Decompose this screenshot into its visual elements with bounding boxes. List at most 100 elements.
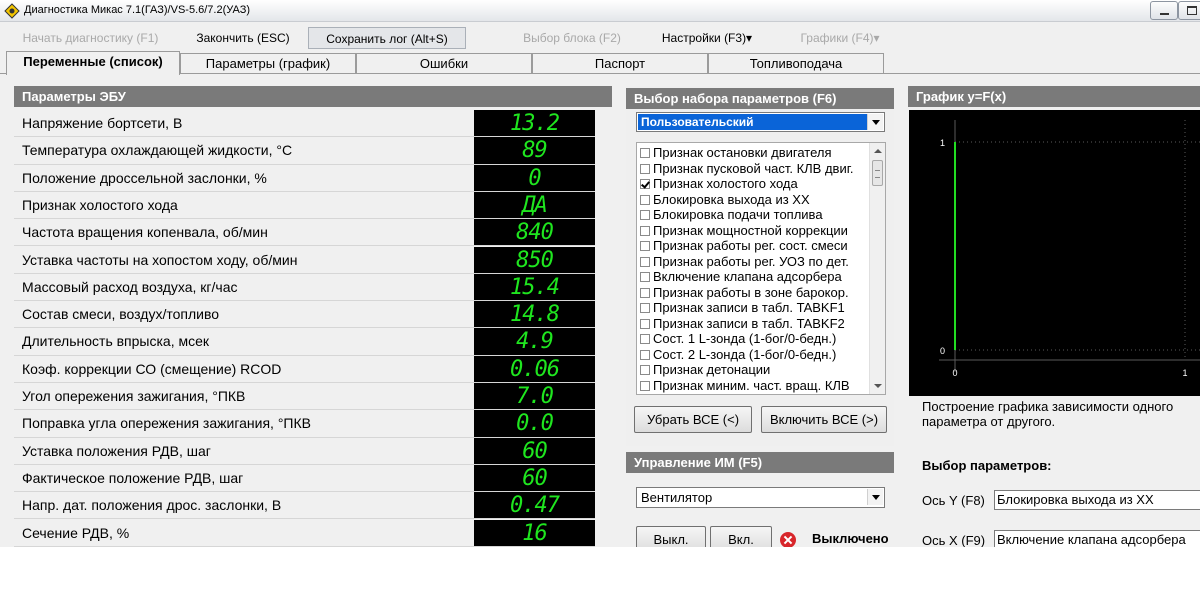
- checklist-scrollbar[interactable]: [869, 143, 885, 394]
- ecu-row-value: 850: [474, 246, 595, 274]
- block-select-button[interactable]: Выбор блока (F2): [502, 27, 642, 49]
- actuator-dropdown[interactable]: Вентилятор: [636, 487, 885, 508]
- parameter-label: Признак мощностной коррекции: [653, 222, 848, 238]
- ecu-row-value: 16: [474, 519, 595, 547]
- tab-fuel-supply[interactable]: Топливоподача: [708, 53, 884, 74]
- parameter-checklist: Признак остановки двигателя Признак пуско…: [636, 142, 886, 395]
- parameter-checkbox[interactable]: [640, 225, 650, 236]
- ecu-row: Уставка положения РДВ, шаг 60: [14, 437, 612, 465]
- tab-errors[interactable]: Ошибки: [356, 53, 532, 74]
- actuator-off-button[interactable]: Выкл.: [636, 526, 706, 547]
- settings-menu-button[interactable]: Настройки (F3)▾: [648, 27, 766, 49]
- parameter-label: Признак записи в табл. TABKF1: [653, 300, 845, 315]
- ecu-row-label: Уставка частоты на хопостом ходу, об/мин: [22, 251, 298, 268]
- scroll-up-icon[interactable]: [870, 143, 885, 159]
- ecu-row-label: Состав смеси, воздух/топливо: [22, 306, 220, 323]
- actuator-control-panel: Управление ИМ (F5) Вентилятор Выкл. Вкл.…: [626, 452, 894, 547]
- parameter-checkbox[interactable]: [640, 194, 650, 205]
- ecu-row: Длительность впрыска, мсек 4.9: [14, 328, 612, 356]
- axis-x-label: Ось X (F9): [922, 533, 986, 547]
- ecu-row: Положение дроссельной заслонки, % 0: [14, 164, 612, 192]
- app-logo-icon: [4, 3, 20, 19]
- minimize-button[interactable]: [1150, 1, 1178, 20]
- scroll-down-icon[interactable]: [870, 378, 885, 394]
- parameter-checkbox[interactable]: [640, 163, 650, 174]
- plot-x-tick-label: 1: [1182, 368, 1187, 378]
- parameter-set-selected: Пользовательский: [638, 114, 868, 130]
- parameter-label: Сост. 2 L-зонда (1-бог/0-бедн.): [653, 346, 837, 362]
- axis-x-select[interactable]: Включение клапана адсорбера: [994, 530, 1200, 547]
- ecu-row: Частота вращения копенвала, об/мин 840: [14, 219, 612, 247]
- actuator-status: Выключено: [812, 531, 889, 546]
- plot-x-tick-label: 0: [952, 368, 957, 378]
- parameter-checkbox[interactable]: [640, 241, 650, 251]
- include-all-button[interactable]: Включить ВСЕ (>): [761, 406, 887, 433]
- parameter-label: Признак миним. част. вращ. КЛВ: [653, 377, 850, 393]
- ecu-row-value: 15.4: [474, 273, 595, 301]
- plot-y-tick-label: 0: [940, 346, 945, 356]
- ecu-row-label: Угол опережения зажигания, °ПКВ: [22, 388, 246, 404]
- parameter-checkbox[interactable]: [640, 334, 650, 344]
- parameter-checkbox[interactable]: [640, 303, 650, 313]
- ecu-row: Напр. дат. положения дрос. заслонки, В 0.…: [14, 492, 612, 520]
- tab-passport[interactable]: Паспорт: [532, 53, 708, 74]
- maximize-icon: [1187, 6, 1197, 15]
- ecu-row-label: Поправка угла опережения зажигания, °ПКВ: [22, 415, 311, 432]
- ecu-row: Угол опережения зажигания, °ПКВ 7.0: [14, 383, 612, 411]
- chevron-down-icon[interactable]: [867, 489, 883, 505]
- remove-all-button[interactable]: Убрать ВСЕ (<): [634, 406, 752, 433]
- charts-menu-button[interactable]: Графики (F4)▾: [790, 27, 890, 49]
- finish-button[interactable]: Закончить (ESC): [180, 27, 306, 49]
- actuator-on-button[interactable]: Вкл.: [710, 526, 772, 547]
- app-window: Диагностика Микас 7.1(ГАЗ)/VS-5.6/7.2(УА…: [0, 0, 1200, 547]
- parameter-checkbox[interactable]: [640, 256, 650, 267]
- ecu-row-value: 7.0: [474, 383, 595, 410]
- graph-description: Построение графика зависимости одного па…: [922, 399, 1174, 429]
- actuator-control-title: Управление ИМ (F5): [626, 452, 894, 473]
- ecu-row: Коэф. коррекции СО (смещение) RCOD 0.06: [14, 355, 612, 383]
- parameter-checkbox[interactable]: [640, 380, 650, 391]
- axis-y-label: Ось Y (F8): [922, 493, 985, 508]
- ecu-row-label: Длительность впрыска, мсек: [22, 333, 210, 350]
- axis-y-select[interactable]: Блокировка выхода из ХХ: [994, 490, 1200, 510]
- parameter-checkbox[interactable]: [640, 287, 650, 298]
- ecu-row-label: Сечение РДВ, %: [22, 524, 130, 541]
- tab-strip: Переменные (список) Параметры (график) О…: [0, 51, 1200, 75]
- parameter-set-dropdown[interactable]: Пользовательский: [636, 112, 885, 132]
- start-diagnostics-button[interactable]: Начать диагностику (F1): [8, 27, 173, 49]
- actuator-selected: Вентилятор: [641, 490, 713, 505]
- parameter-checkbox[interactable]: [640, 365, 650, 375]
- ecu-row: Фактическое положение РДВ, шаг 60: [14, 464, 612, 493]
- ecu-row: Поправка угла опережения зажигания, °ПКВ…: [14, 410, 612, 438]
- ecu-row-label: Положение дроссельной заслонки, %: [22, 169, 267, 186]
- parameter-label: Сост. 1 L-зонда (1-бог/0-бедн.): [653, 331, 837, 346]
- graph-panel: График y=F(x) 0 1 0 1 Построение графика за…: [908, 86, 1200, 547]
- parameter-label: Признак остановки двигателя: [653, 145, 832, 160]
- tab-variables-list[interactable]: Переменные (список): [6, 51, 180, 75]
- parameter-checkbox[interactable]: [640, 349, 650, 360]
- parameter-label: Признак работы рег. УОЗ по дет.: [653, 253, 849, 269]
- ecu-row-value: 60: [474, 464, 595, 492]
- ecu-row-label: Фактическое положение РДВ, шаг: [22, 469, 244, 486]
- parameter-checkbox[interactable]: [640, 179, 650, 189]
- chevron-down-icon[interactable]: [867, 114, 883, 130]
- error-icon: [780, 532, 796, 547]
- parameter-checkbox[interactable]: [640, 318, 650, 329]
- graph-panel-title: График y=F(x): [908, 86, 1200, 107]
- ecu-row-label: Массовый расход воздуха, кг/час: [22, 278, 238, 295]
- parameter-label: Блокировка подачи топлива: [653, 207, 823, 222]
- toolbar: Начать диагностику (F1) Закончить (ESC) …: [0, 25, 1200, 51]
- save-log-button[interactable]: Сохранить лог (Alt+S): [308, 27, 466, 49]
- graph-params-title: Выбор параметров:: [922, 458, 1052, 473]
- parameter-checkbox[interactable]: [640, 210, 650, 220]
- ecu-row-label: Температура охлаждающей жидкости, °С: [22, 142, 293, 159]
- scroll-thumb[interactable]: [872, 160, 883, 186]
- parameter-checkbox[interactable]: [640, 148, 650, 158]
- tab-parameters-graph[interactable]: Параметры (график): [180, 53, 356, 74]
- ecu-row-value: 840: [474, 219, 595, 247]
- maximize-button[interactable]: [1178, 1, 1200, 20]
- parameter-label: Включение клапана адсорбера: [653, 269, 842, 284]
- ecu-row-label: Напр. дат. положения дрос. заслонки, В: [22, 497, 282, 514]
- ecu-row-value: 13.2: [474, 110, 595, 137]
- parameter-checkbox[interactable]: [640, 272, 650, 282]
